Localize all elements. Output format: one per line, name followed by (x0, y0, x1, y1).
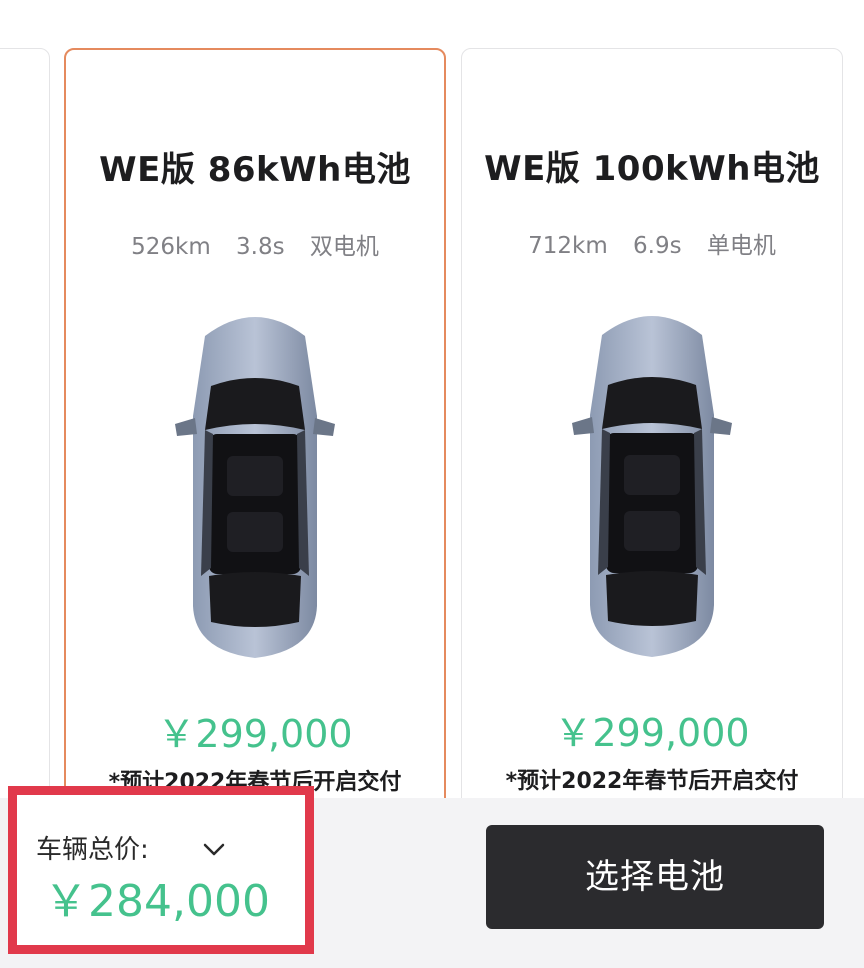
car-top-view-image (562, 305, 742, 665)
battery-card-86kwh[interactable]: WE版 86kWh电池 526km 3.8s 双电机 ￥299,000 *预计2… (64, 48, 446, 808)
delivery-note: *预计2022年春节后开启交付 (505, 769, 799, 794)
card-price: ￥299,000 (554, 711, 750, 755)
card-price: ￥299,000 (157, 712, 353, 756)
card-title: WE版 86kWh电池 (99, 150, 411, 190)
motor-spec: 双电机 (309, 234, 379, 260)
battery-card-100kwh[interactable]: WE版 100kWh电池 712km 6.9s 单电机 ￥299,000 *预计… (461, 48, 843, 808)
acceleration-spec: 6.9s (633, 233, 682, 259)
card-title: WE版 100kWh电池 (484, 149, 820, 189)
previous-battery-card-edge[interactable] (0, 48, 50, 808)
chevron-down-icon[interactable] (198, 834, 230, 866)
top-strip (0, 0, 864, 38)
acceleration-spec: 3.8s (236, 234, 285, 260)
total-price-label: 车辆总价: (36, 835, 149, 865)
car-top-view-image (165, 306, 345, 666)
range-spec: 712km (528, 233, 608, 259)
range-spec: 526km (131, 234, 211, 260)
total-price-value: ￥284,000 (44, 876, 270, 927)
total-price-highlight (8, 786, 314, 954)
card-specs: 712km 6.9s 单电机 (462, 231, 842, 261)
card-specs: 526km 3.8s 双电机 (66, 232, 444, 262)
select-battery-button[interactable]: 选择电池 (486, 825, 824, 929)
motor-spec: 单电机 (706, 233, 776, 259)
